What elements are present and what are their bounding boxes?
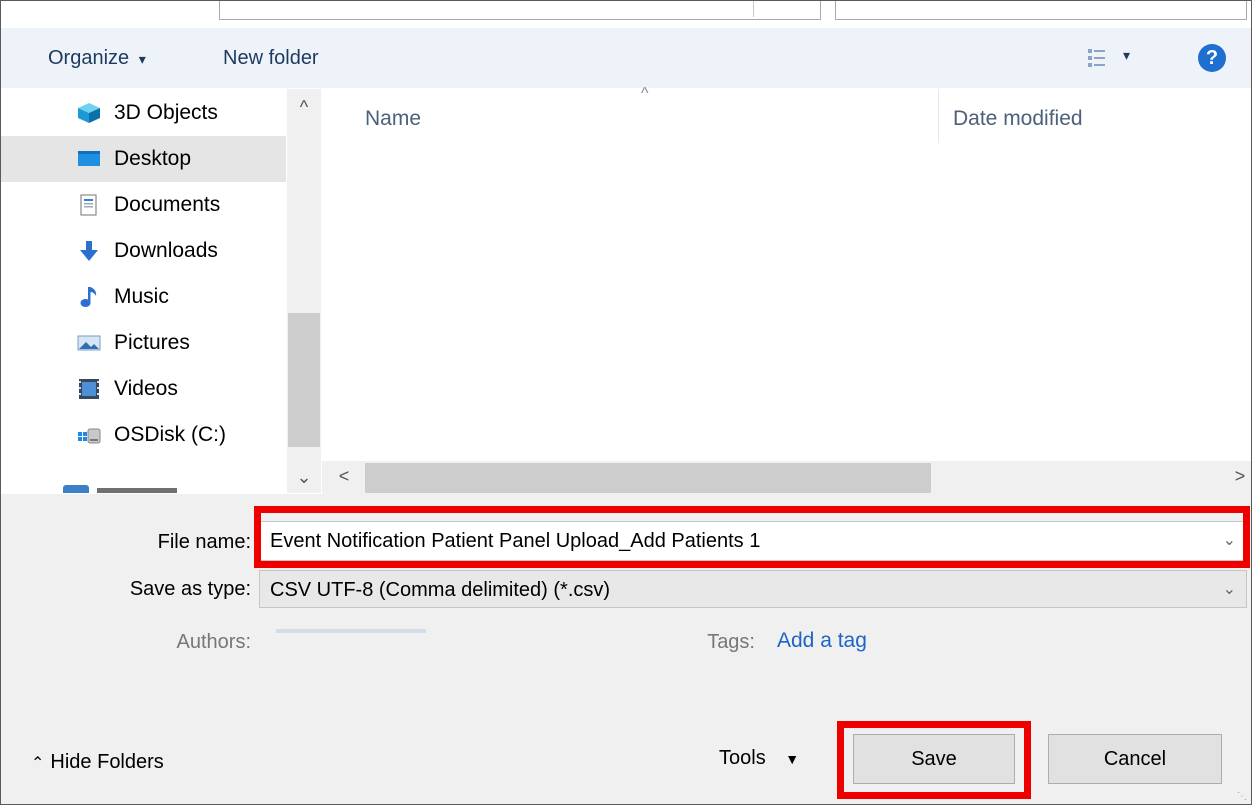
downloads-icon <box>80 241 98 261</box>
pictures-icon <box>77 335 101 351</box>
nav-item-music[interactable]: Music <box>1 274 286 320</box>
column-header-date-modified[interactable]: Date modified <box>953 107 1083 131</box>
documents-icon <box>80 194 97 216</box>
network-icon <box>63 485 89 493</box>
music-icon <box>80 287 97 307</box>
hide-folders-label: Hide Folders <box>50 751 164 773</box>
save-as-type-label: Save as type: <box>129 578 251 600</box>
column-header-name[interactable]: Name <box>365 107 421 131</box>
sort-ascending-icon: ^ <box>641 85 649 102</box>
tags-label: Tags: <box>707 631 755 653</box>
new-folder-button[interactable]: New folder <box>223 47 319 70</box>
scroll-right-icon[interactable]: > <box>1223 466 1251 487</box>
nav-item-network-partial[interactable] <box>59 483 199 493</box>
scroll-left-icon[interactable]: < <box>327 466 361 487</box>
nav-scroll-thumb[interactable] <box>288 313 320 447</box>
tools-dropdown-icon: ▼ <box>785 751 800 767</box>
save-as-dialog: Organize ▾ New folder ▾ ? 3D Objects Des… <box>0 0 1252 805</box>
cancel-button[interactable]: Cancel <box>1048 734 1222 784</box>
nav-item-osdisk[interactable]: OSDisk (C:) <box>1 412 286 458</box>
search-box[interactable] <box>835 1 1247 20</box>
highlight-box-file-name <box>254 506 1250 568</box>
resize-grip-icon[interactable]: ⋱ <box>1237 791 1247 802</box>
tools-button[interactable]: Tools ▼ <box>719 747 799 770</box>
nav-item-label: Videos <box>114 377 178 400</box>
nav-item-label: 3D Objects <box>114 101 218 124</box>
chevron-up-icon: ⌃ <box>31 755 45 772</box>
scroll-up-icon[interactable]: ^ <box>287 97 321 118</box>
highlight-box-save <box>837 721 1031 799</box>
organize-dropdown-icon: ▾ <box>138 51 146 67</box>
videos-icon <box>79 379 99 399</box>
nav-item-label: OSDisk (C:) <box>114 423 226 446</box>
help-icon[interactable]: ? <box>1198 44 1226 72</box>
address-bar[interactable] <box>219 1 821 20</box>
organize-label: Organize <box>48 47 130 69</box>
file-name-label: File name: <box>157 531 251 553</box>
nav-item-label: Pictures <box>114 331 190 354</box>
desktop-icon <box>78 151 100 166</box>
hide-folders-button[interactable]: ⌃ Hide Folders <box>31 751 164 774</box>
address-bar-divider <box>753 1 754 17</box>
nav-item-documents[interactable]: Documents <box>1 182 286 228</box>
view-dropdown-icon: ▾ <box>1123 47 1131 63</box>
details-view-icon <box>1088 49 1105 67</box>
3d-objects-icon <box>78 103 100 123</box>
scroll-down-icon[interactable]: ⌄ <box>287 467 321 488</box>
file-list[interactable] <box>322 89 1251 493</box>
horizontal-scroll-thumb[interactable] <box>365 463 931 493</box>
column-divider[interactable] <box>938 89 939 143</box>
command-bar <box>1 28 1251 88</box>
authors-value-field[interactable] <box>276 629 426 633</box>
organize-button[interactable]: Organize ▾ <box>48 47 146 70</box>
nav-item-label: Documents <box>114 193 221 216</box>
nav-item-label: Downloads <box>114 239 218 262</box>
nav-item-downloads[interactable]: Downloads <box>1 228 286 274</box>
nav-item-label: Music <box>114 285 169 308</box>
nav-item-desktop[interactable]: Desktop <box>1 136 286 182</box>
add-tag-link[interactable]: Add a tag <box>777 629 867 653</box>
tools-label: Tools <box>719 747 766 769</box>
osdisk-icon <box>78 428 101 444</box>
nav-item-label: Desktop <box>114 147 192 170</box>
nav-item-pictures[interactable]: Pictures <box>1 320 286 366</box>
authors-label: Authors: <box>176 631 251 653</box>
nav-item-3d-objects[interactable]: 3D Objects <box>1 90 286 136</box>
save-as-type-value: CSV UTF-8 (Comma delimited) (*.csv) <box>270 579 611 601</box>
save-as-type-select[interactable]: CSV UTF-8 (Comma delimited) (*.csv) ⌄ <box>259 570 1247 608</box>
save-as-type-dropdown-icon: ⌄ <box>1222 581 1236 598</box>
network-label-partial <box>97 488 177 493</box>
nav-item-videos[interactable]: Videos <box>1 366 286 412</box>
view-options-button[interactable]: ▾ <box>1087 45 1131 73</box>
